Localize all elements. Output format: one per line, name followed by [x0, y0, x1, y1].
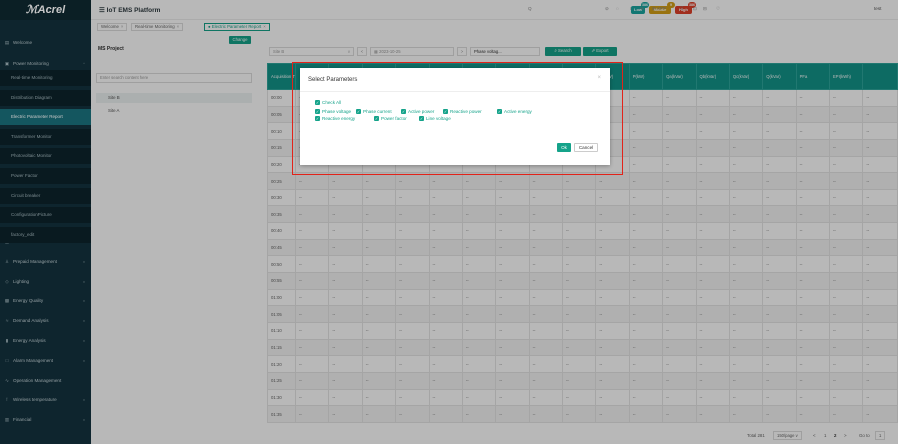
highlight-annotation [292, 62, 623, 175]
sidebar-overlay [0, 0, 91, 444]
